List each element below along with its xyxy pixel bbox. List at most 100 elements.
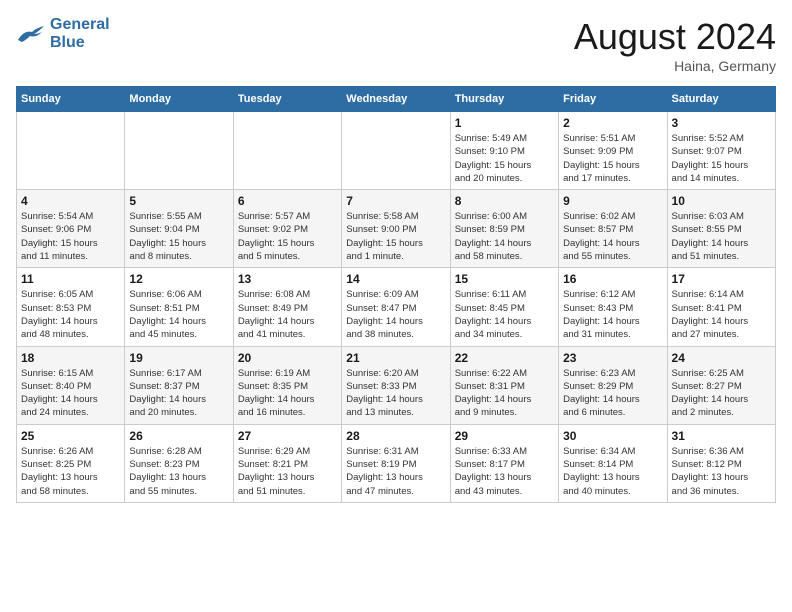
day-info: Sunrise: 5:51 AMSunset: 9:09 PMDaylight:…: [563, 132, 662, 185]
day-info: Sunrise: 6:12 AMSunset: 8:43 PMDaylight:…: [563, 288, 662, 341]
logo-icon: [16, 22, 46, 46]
calendar-week-1: 1 Sunrise: 5:49 AMSunset: 9:10 PMDaylight…: [17, 112, 776, 190]
calendar-cell: [125, 112, 233, 190]
calendar-cell: 14 Sunrise: 6:09 AMSunset: 8:47 PMDayligh…: [342, 268, 450, 346]
calendar-cell: 7 Sunrise: 5:58 AMSunset: 9:00 PMDaylight…: [342, 190, 450, 268]
calendar-cell: 12 Sunrise: 6:06 AMSunset: 8:51 PMDayligh…: [125, 268, 233, 346]
day-number: 11: [21, 272, 120, 286]
day-info: Sunrise: 6:31 AMSunset: 8:19 PMDaylight:…: [346, 445, 445, 498]
day-number: 18: [21, 351, 120, 365]
day-number: 29: [455, 429, 554, 443]
calendar-cell: 10Sunrise: 6:03 AMSunset: 8:55 PMDayligh…: [667, 190, 775, 268]
day-number: 27: [238, 429, 337, 443]
calendar-cell: 24 Sunrise: 6:25 AMSunset: 8:27 PMDayligh…: [667, 346, 775, 424]
day-info: Sunrise: 6:00 AMSunset: 8:59 PMDaylight:…: [455, 210, 554, 263]
day-number: 8: [455, 194, 554, 208]
day-number: 23: [563, 351, 662, 365]
day-info: Sunrise: 5:57 AMSunset: 9:02 PMDaylight:…: [238, 210, 337, 263]
day-info: Sunrise: 6:05 AMSunset: 8:53 PMDaylight:…: [21, 288, 120, 341]
day-number: 9: [563, 194, 662, 208]
day-number: 20: [238, 351, 337, 365]
day-number: 17: [672, 272, 771, 286]
calendar-cell: 21 Sunrise: 6:20 AMSunset: 8:33 PMDayligh…: [342, 346, 450, 424]
day-number: 4: [21, 194, 120, 208]
day-info: Sunrise: 6:22 AMSunset: 8:31 PMDaylight:…: [455, 367, 554, 420]
weekday-header-row: SundayMondayTuesdayWednesdayThursdayFrid…: [17, 87, 776, 112]
day-number: 13: [238, 272, 337, 286]
weekday-header-tuesday: Tuesday: [233, 87, 341, 112]
calendar-cell: 26Sunrise: 6:28 AMSunset: 8:23 PMDayligh…: [125, 424, 233, 502]
day-info: Sunrise: 6:06 AMSunset: 8:51 PMDaylight:…: [129, 288, 228, 341]
day-number: 7: [346, 194, 445, 208]
day-number: 16: [563, 272, 662, 286]
day-info: Sunrise: 6:28 AMSunset: 8:23 PMDaylight:…: [129, 445, 228, 498]
day-info: Sunrise: 6:25 AMSunset: 8:27 PMDaylight:…: [672, 367, 771, 420]
calendar-cell: 20 Sunrise: 6:19 AMSunset: 8:35 PMDayligh…: [233, 346, 341, 424]
day-info: Sunrise: 6:17 AMSunset: 8:37 PMDaylight:…: [129, 367, 228, 420]
calendar-cell: 6 Sunrise: 5:57 AMSunset: 9:02 PMDaylight…: [233, 190, 341, 268]
day-number: 25: [21, 429, 120, 443]
day-number: 2: [563, 116, 662, 130]
day-info: Sunrise: 5:54 AMSunset: 9:06 PMDaylight:…: [21, 210, 120, 263]
location-label: Haina, Germany: [574, 58, 776, 74]
calendar-cell: 15 Sunrise: 6:11 AMSunset: 8:45 PMDayligh…: [450, 268, 558, 346]
day-number: 5: [129, 194, 228, 208]
logo-text: General Blue: [50, 16, 110, 51]
calendar-cell: 17 Sunrise: 6:14 AMSunset: 8:41 PMDayligh…: [667, 268, 775, 346]
weekday-header-wednesday: Wednesday: [342, 87, 450, 112]
weekday-header-thursday: Thursday: [450, 87, 558, 112]
calendar-week-4: 18Sunrise: 6:15 AMSunset: 8:40 PMDayligh…: [17, 346, 776, 424]
day-number: 22: [455, 351, 554, 365]
day-info: Sunrise: 6:03 AMSunset: 8:55 PMDaylight:…: [672, 210, 771, 263]
day-info: Sunrise: 5:49 AMSunset: 9:10 PMDaylight:…: [455, 132, 554, 185]
calendar-cell: 19Sunrise: 6:17 AMSunset: 8:37 PMDayligh…: [125, 346, 233, 424]
calendar-cell: 29Sunrise: 6:33 AMSunset: 8:17 PMDayligh…: [450, 424, 558, 502]
calendar-week-3: 11 Sunrise: 6:05 AMSunset: 8:53 PMDayligh…: [17, 268, 776, 346]
day-info: Sunrise: 6:11 AMSunset: 8:45 PMDaylight:…: [455, 288, 554, 341]
day-number: 1: [455, 116, 554, 130]
calendar-cell: 3Sunrise: 5:52 AMSunset: 9:07 PMDaylight…: [667, 112, 775, 190]
day-info: Sunrise: 5:58 AMSunset: 9:00 PMDaylight:…: [346, 210, 445, 263]
calendar-cell: [17, 112, 125, 190]
weekday-header-monday: Monday: [125, 87, 233, 112]
day-number: 15: [455, 272, 554, 286]
calendar-cell: 11 Sunrise: 6:05 AMSunset: 8:53 PMDayligh…: [17, 268, 125, 346]
calendar-cell: 23 Sunrise: 6:23 AMSunset: 8:29 PMDayligh…: [559, 346, 667, 424]
title-block: August 2024 Haina, Germany: [574, 16, 776, 74]
calendar-cell: 4 Sunrise: 5:54 AMSunset: 9:06 PMDaylight…: [17, 190, 125, 268]
calendar-cell: 18Sunrise: 6:15 AMSunset: 8:40 PMDayligh…: [17, 346, 125, 424]
day-number: 14: [346, 272, 445, 286]
day-info: Sunrise: 6:09 AMSunset: 8:47 PMDaylight:…: [346, 288, 445, 341]
day-number: 12: [129, 272, 228, 286]
calendar-cell: [233, 112, 341, 190]
day-number: 24: [672, 351, 771, 365]
weekday-header-friday: Friday: [559, 87, 667, 112]
day-number: 6: [238, 194, 337, 208]
day-info: Sunrise: 6:36 AMSunset: 8:12 PMDaylight:…: [672, 445, 771, 498]
weekday-header-saturday: Saturday: [667, 87, 775, 112]
calendar-week-2: 4 Sunrise: 5:54 AMSunset: 9:06 PMDaylight…: [17, 190, 776, 268]
page-header: General Blue August 2024 Haina, Germany: [16, 16, 776, 74]
day-number: 31: [672, 429, 771, 443]
calendar-cell: 28 Sunrise: 6:31 AMSunset: 8:19 PMDayligh…: [342, 424, 450, 502]
logo: General Blue: [16, 16, 110, 51]
calendar-cell: 2 Sunrise: 5:51 AMSunset: 9:09 PMDaylight…: [559, 112, 667, 190]
day-info: Sunrise: 6:19 AMSunset: 8:35 PMDaylight:…: [238, 367, 337, 420]
weekday-header-sunday: Sunday: [17, 87, 125, 112]
day-info: Sunrise: 5:55 AMSunset: 9:04 PMDaylight:…: [129, 210, 228, 263]
day-info: Sunrise: 6:08 AMSunset: 8:49 PMDaylight:…: [238, 288, 337, 341]
calendar-cell: 16 Sunrise: 6:12 AMSunset: 8:43 PMDayligh…: [559, 268, 667, 346]
day-number: 3: [672, 116, 771, 130]
calendar-cell: 1 Sunrise: 5:49 AMSunset: 9:10 PMDaylight…: [450, 112, 558, 190]
calendar-cell: 31 Sunrise: 6:36 AMSunset: 8:12 PMDayligh…: [667, 424, 775, 502]
day-info: Sunrise: 6:29 AMSunset: 8:21 PMDaylight:…: [238, 445, 337, 498]
day-info: Sunrise: 6:23 AMSunset: 8:29 PMDaylight:…: [563, 367, 662, 420]
calendar-cell: 8 Sunrise: 6:00 AMSunset: 8:59 PMDaylight…: [450, 190, 558, 268]
calendar-cell: 22 Sunrise: 6:22 AMSunset: 8:31 PMDayligh…: [450, 346, 558, 424]
day-number: 30: [563, 429, 662, 443]
day-info: Sunrise: 6:14 AMSunset: 8:41 PMDaylight:…: [672, 288, 771, 341]
day-number: 21: [346, 351, 445, 365]
calendar-week-5: 25Sunrise: 6:26 AMSunset: 8:25 PMDayligh…: [17, 424, 776, 502]
day-number: 28: [346, 429, 445, 443]
day-info: Sunrise: 6:20 AMSunset: 8:33 PMDaylight:…: [346, 367, 445, 420]
